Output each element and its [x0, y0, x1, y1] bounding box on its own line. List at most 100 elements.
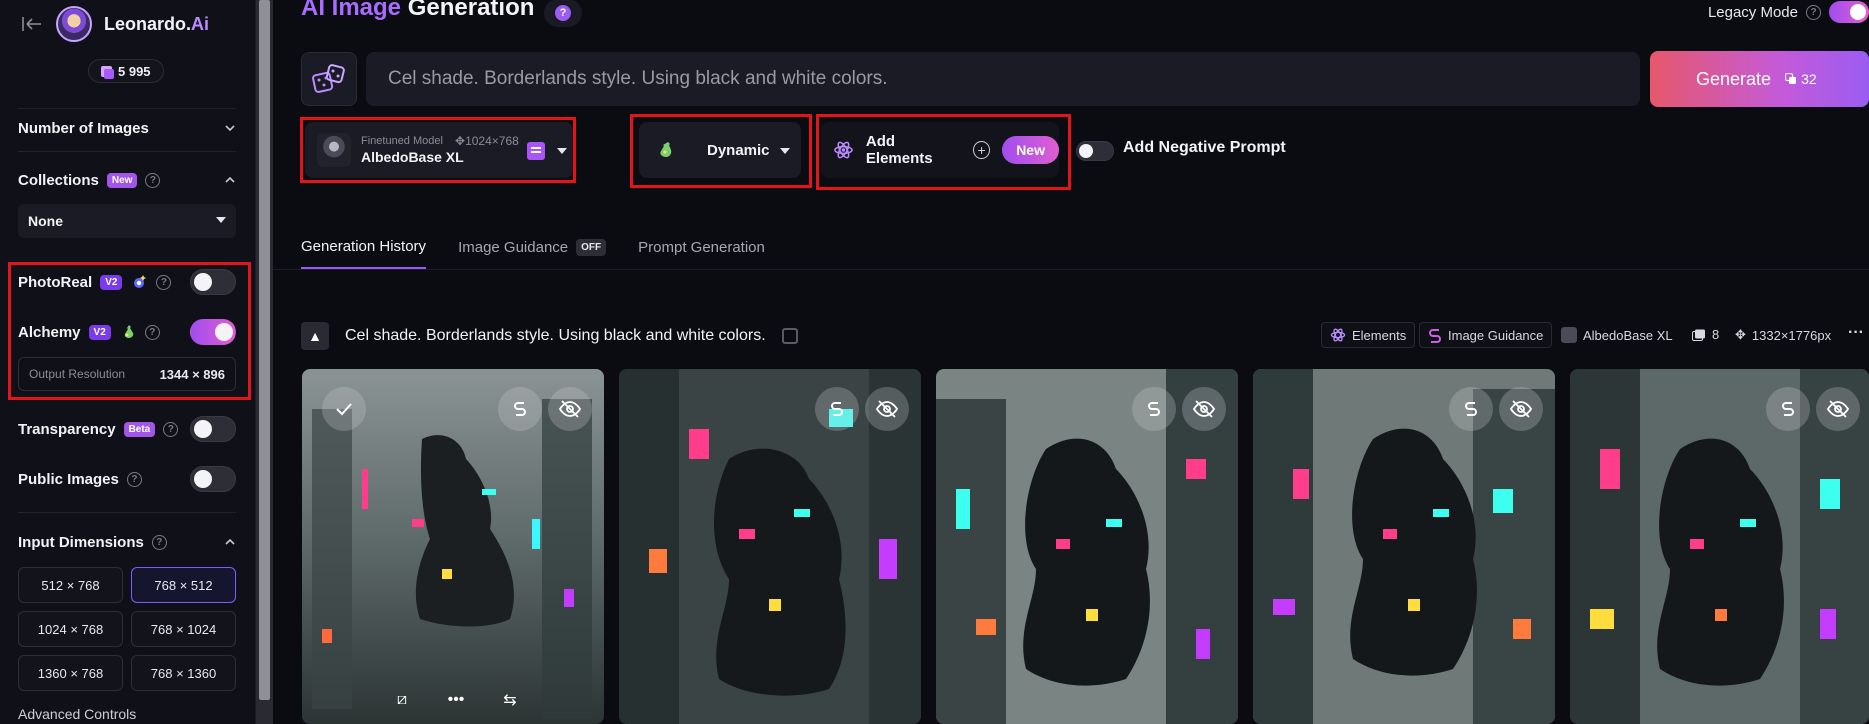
tab-generation-history[interactable]: Generation History: [301, 238, 427, 269]
version-badge: V2: [100, 274, 123, 290]
more-icon[interactable]: •••: [446, 690, 466, 710]
dimension-option[interactable]: 768 × 1360: [131, 655, 236, 691]
scrollbar-thumb[interactable]: [259, 0, 270, 700]
help-icon[interactable]: ?: [144, 324, 160, 340]
remove-background-icon[interactable]: ⧄: [392, 690, 412, 710]
help-icon[interactable]: ?: [151, 534, 167, 550]
collections-section[interactable]: Collections New ?: [18, 170, 236, 190]
token-count: 5 995: [118, 63, 151, 79]
caret-down-icon[interactable]: [557, 148, 567, 154]
public-images-toggle[interactable]: [190, 466, 236, 492]
dimension-option[interactable]: 768 × 1024: [131, 611, 236, 647]
image-guidance-icon[interactable]: [1449, 387, 1493, 431]
number-of-images-section[interactable]: Number of Images: [18, 118, 236, 138]
chevron-down-icon[interactable]: [224, 122, 236, 134]
avatar[interactable]: [56, 6, 92, 42]
dimension-option-selected[interactable]: 768 × 512: [131, 567, 236, 603]
collection-select[interactable]: None: [18, 204, 236, 238]
chevron-up-icon[interactable]: [224, 174, 236, 186]
public-images-row: Public Images ?: [18, 466, 236, 492]
model-selector[interactable]: Finetuned Model AlbedoBase XL ✥1024×768: [305, 122, 573, 178]
photoreal-toggle[interactable]: [190, 269, 236, 295]
help-icon[interactable]: ?: [145, 172, 161, 188]
generated-image-card[interactable]: [936, 369, 1238, 724]
model-text: Finetuned Model AlbedoBase XL: [361, 135, 464, 165]
generated-image-card[interactable]: [1570, 369, 1869, 724]
photoreal-row: PhotoReal V2 ?: [18, 269, 236, 295]
help-icon[interactable]: ?: [1806, 4, 1821, 20]
help-icon[interactable]: ?: [156, 274, 172, 290]
new-badge: New: [106, 172, 138, 188]
hide-icon[interactable]: [1816, 387, 1860, 431]
image-guidance-icon[interactable]: [815, 387, 859, 431]
dimension-option[interactable]: 1360 × 768: [18, 655, 123, 691]
toggle-knob: [1079, 144, 1093, 158]
image-guidance-icon[interactable]: [498, 387, 542, 431]
negative-prompt-toggle[interactable]: [1076, 141, 1114, 161]
atom-icon: [834, 141, 853, 159]
generated-image-card[interactable]: [1253, 369, 1555, 724]
main-area: AI Image Generation ? Legacy Mode ? Gene…: [273, 0, 1869, 724]
dimension-option[interactable]: 512 × 768: [18, 567, 123, 603]
collections-label: Collections: [18, 171, 99, 189]
off-badge: OFF: [576, 239, 607, 256]
more-options-icon[interactable]: ···: [1848, 324, 1864, 342]
page-title: AI Image Generation: [301, 0, 534, 22]
new-badge: New: [1002, 136, 1059, 164]
legacy-mode-toggle[interactable]: [1829, 1, 1869, 23]
image-guidance-chip[interactable]: Image Guidance: [1419, 322, 1553, 348]
chevron-up-icon[interactable]: [224, 536, 236, 548]
style-selector[interactable]: Dynamic: [639, 122, 801, 178]
dimension-option[interactable]: 1024 × 768: [18, 611, 123, 647]
generated-image-card[interactable]: [619, 369, 921, 724]
prompt-field[interactable]: [366, 52, 1640, 106]
brand-logo[interactable]: Leonardo.Ai: [104, 14, 209, 35]
image-toolbar: ⧄ ••• ⇆: [392, 690, 520, 710]
model-dimensions-value: 1024×768: [465, 134, 519, 148]
collapse-sidebar-icon[interactable]: [20, 12, 44, 36]
arrow-up-icon[interactable]: ▲: [301, 322, 329, 350]
help-icon: ?: [555, 5, 571, 21]
generate-button[interactable]: Generate 32: [1650, 51, 1869, 107]
model-info-icon[interactable]: [527, 142, 545, 160]
help-button[interactable]: ?: [544, 0, 582, 27]
help-icon[interactable]: ?: [163, 421, 179, 437]
alchemy-toggle[interactable]: [190, 319, 236, 345]
prompt-input[interactable]: [388, 68, 1640, 90]
hide-icon[interactable]: [548, 387, 592, 431]
swap-icon[interactable]: ⇆: [500, 690, 520, 710]
alchemy-label: Alchemy: [18, 323, 81, 341]
tab-label: Generation History: [301, 238, 427, 255]
help-icon[interactable]: ?: [126, 471, 142, 487]
transparency-toggle[interactable]: [190, 416, 236, 442]
checkbox-icon[interactable]: [322, 387, 366, 431]
plus-circle-icon[interactable]: +: [972, 141, 991, 159]
caret-down-icon[interactable]: [780, 148, 790, 154]
title-rest: Generation: [401, 0, 535, 21]
hide-icon[interactable]: [1499, 387, 1543, 431]
add-elements[interactable]: Add Elements + New: [821, 122, 1059, 178]
hide-icon[interactable]: [865, 387, 909, 431]
toggle-knob: [194, 470, 212, 488]
tab-prompt-generation[interactable]: Prompt Generation: [638, 238, 765, 269]
image-size-meta: ✥ 1332×1776px: [1735, 327, 1831, 343]
legacy-mode-label: Legacy Mode: [1707, 3, 1798, 21]
advanced-controls-label[interactable]: Advanced Controls: [18, 706, 136, 722]
model-type-label: Finetuned Model: [361, 135, 443, 147]
image-guidance-icon[interactable]: [1766, 387, 1810, 431]
elements-chip[interactable]: Elements: [1321, 322, 1416, 348]
copy-icon[interactable]: [781, 328, 798, 344]
image-count-meta: 8: [1692, 327, 1719, 342]
sidebar-scrollbar[interactable]: [256, 0, 273, 724]
toggle-knob: [215, 323, 233, 341]
tab-image-guidance[interactable]: Image Guidance OFF: [458, 238, 607, 269]
random-prompt-button[interactable]: [301, 52, 357, 106]
token-balance[interactable]: 5 995: [88, 59, 164, 83]
hide-icon[interactable]: [1182, 387, 1226, 431]
generated-image-card[interactable]: ⧄ ••• ⇆: [302, 369, 604, 724]
image-guidance-icon[interactable]: [1132, 387, 1176, 431]
public-images-label: Public Images: [18, 470, 119, 488]
model-dimensions: ✥1024×768: [455, 134, 519, 148]
input-dimensions-section[interactable]: Input Dimensions ?: [18, 532, 236, 552]
token-icon: [1785, 73, 1797, 84]
